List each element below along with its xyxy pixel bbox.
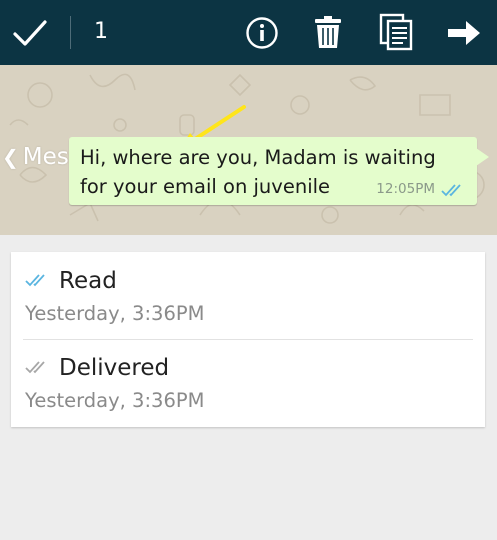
- selected-count: 1: [94, 19, 108, 44]
- copy-icon[interactable]: [379, 13, 413, 51]
- check-icon[interactable]: [12, 17, 48, 49]
- double-check-icon: [25, 274, 45, 287]
- status-time: Yesterday, 3:36PM: [25, 302, 205, 325]
- status-label: Delivered: [59, 355, 170, 381]
- action-bar-divider: [70, 16, 71, 49]
- status-label: Read: [59, 268, 117, 294]
- double-check-icon: [441, 184, 461, 197]
- status-card: Read Yesterday, 3:36PM Delivered Yesterd…: [11, 252, 485, 427]
- action-bar: 1: [0, 0, 497, 65]
- status-row-delivered: Delivered Yesterday, 3:36PM: [11, 339, 485, 426]
- bubble-tail: [476, 148, 489, 166]
- trash-icon[interactable]: [313, 15, 343, 49]
- message-time: 12:05PM: [376, 181, 435, 197]
- message-bubble[interactable]: Hi, where are you, Madam is waiting for …: [69, 137, 477, 205]
- double-check-icon: [25, 361, 45, 374]
- forward-icon[interactable]: [446, 19, 482, 47]
- status-row-read: Read Yesterday, 3:36PM: [11, 252, 485, 339]
- info-icon[interactable]: [245, 16, 279, 50]
- status-time: Yesterday, 3:36PM: [25, 389, 205, 412]
- chevron-left-icon: ❮: [2, 145, 19, 169]
